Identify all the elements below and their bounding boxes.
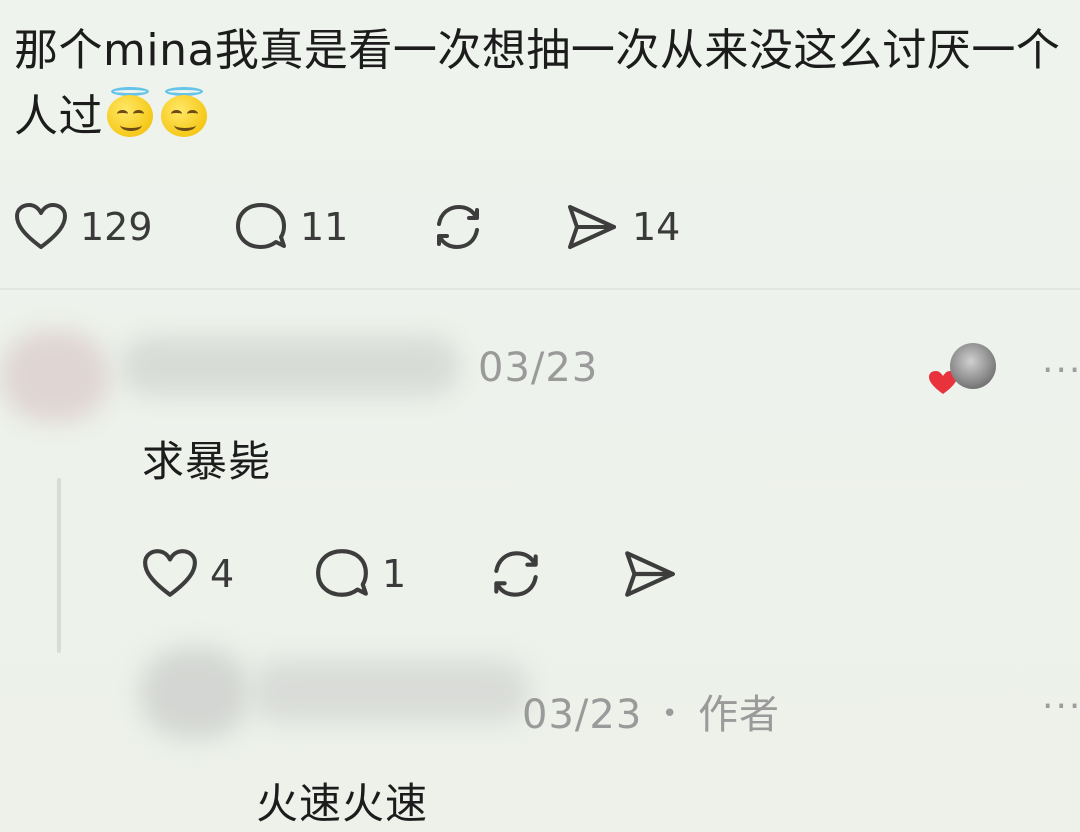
repost-icon — [437, 204, 479, 250]
comment1-action-row: 4 1 — [142, 546, 679, 602]
post-like-count: 129 — [80, 205, 153, 249]
blurred-avatar — [0, 330, 110, 422]
meta-separator: • — [662, 699, 679, 729]
comment-icon — [316, 549, 368, 597]
blurred-username — [120, 336, 460, 396]
post-comment-button[interactable]: 11 — [234, 201, 429, 253]
halo-emoji-icon — [159, 87, 211, 137]
post-action-row: 129 11 14 — [14, 200, 680, 254]
blurred-avatar — [140, 648, 250, 738]
thread-view: 那个mina我真是看一次想抽一次从来没这么讨厌一个人过 129 11 14 03… — [0, 0, 1080, 832]
comment2-date: 03/23 — [522, 692, 643, 738]
heart-icon — [143, 549, 197, 597]
post-comment-count: 11 — [300, 205, 349, 249]
repost-icon — [494, 551, 538, 597]
comment2-meta: 03/23 • 作者 — [522, 682, 780, 740]
halo-emoji-icon — [105, 87, 157, 137]
author-avatar — [950, 343, 996, 389]
post-share-count: 14 — [632, 205, 681, 249]
heart-icon — [15, 203, 67, 249]
comment1-text: 求暴毙 — [142, 437, 272, 486]
author-tag: 作者 — [698, 692, 781, 738]
comment1-date: 03/23 — [478, 345, 599, 391]
send-icon — [625, 551, 675, 597]
comment2-more-button[interactable]: ··· — [1042, 686, 1080, 727]
post-body: 那个mina我真是看一次想抽一次从来没这么讨厌一个人过 — [14, 18, 1064, 150]
comment1-more-button[interactable]: ··· — [1042, 350, 1080, 391]
post-repost-button[interactable] — [429, 200, 564, 254]
comment1-share-button[interactable] — [621, 547, 679, 601]
comment1-reply-button[interactable]: 1 — [314, 547, 486, 601]
post-like-button[interactable]: 129 — [14, 202, 234, 252]
comment1-like-button[interactable]: 4 — [142, 548, 314, 600]
send-icon — [568, 205, 616, 249]
blurred-username — [250, 660, 530, 722]
divider — [0, 288, 1080, 290]
comment-icon — [236, 203, 286, 249]
comment1-repost-button[interactable] — [486, 546, 621, 602]
comment2-text: 火速火速 — [256, 779, 429, 828]
comment1-like-count: 4 — [210, 552, 235, 596]
thread-line — [57, 478, 61, 653]
post-share-button[interactable]: 14 — [564, 201, 680, 253]
comment1-reply-count: 1 — [382, 552, 407, 596]
